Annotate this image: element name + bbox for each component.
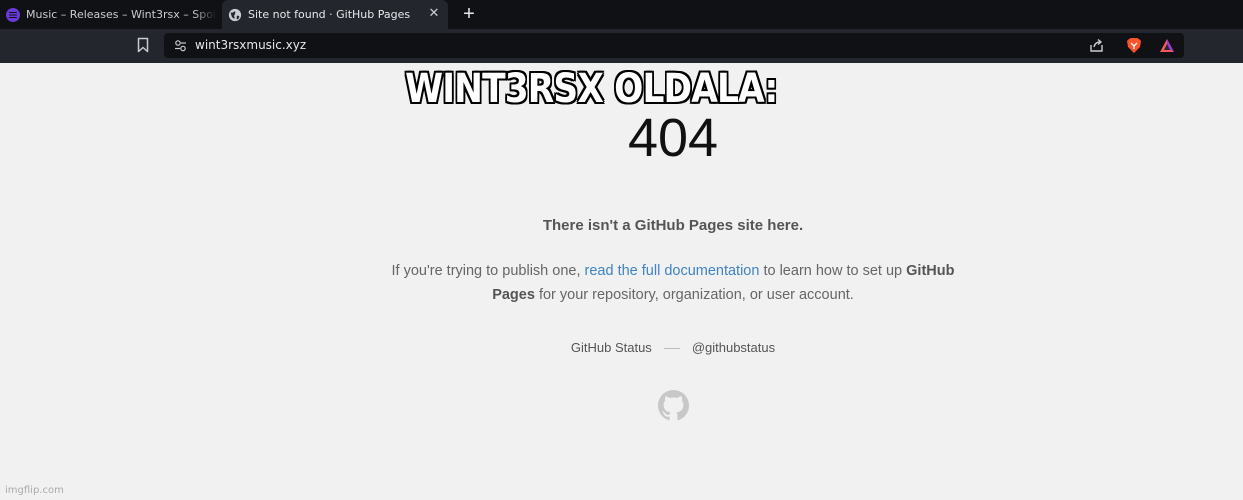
tab-github-pages[interactable]: Site not found · GitHub Pages ✕	[222, 0, 448, 29]
new-tab-button[interactable]: +	[458, 4, 480, 26]
separator	[663, 348, 680, 350]
error-headline: There isn't a GitHub Pages site here.	[542, 217, 804, 234]
tab-spotify[interactable]: Music – Releases – Wint3rsx – Spotify fo…	[0, 0, 220, 29]
github-status-link[interactable]: GitHub Status	[571, 340, 652, 355]
globe-icon	[228, 8, 242, 21]
url-text[interactable]: wint3rsxmusic.xyz	[195, 38, 306, 52]
status-links: GitHub Status @githubstatus	[0, 340, 1243, 355]
share-icon[interactable]	[1089, 38, 1104, 53]
browser-toolbar: wint3rsxmusic.xyz	[0, 29, 1243, 63]
address-bar[interactable]: wint3rsxmusic.xyz	[164, 33, 1184, 58]
error-description: If you're trying to publish one, read th…	[388, 259, 958, 307]
meme-caption: WINT3RSX OLDALA:	[405, 66, 778, 112]
description-text: to learn how to set up	[763, 263, 903, 279]
tab-strip: Music – Releases – Wint3rsx – Spotify fo…	[0, 0, 1243, 29]
documentation-link[interactable]: read the full documentation	[585, 263, 760, 279]
brave-shields-icon[interactable]	[1126, 37, 1142, 54]
description-text: If you're trying to publish one,	[391, 263, 581, 279]
site-settings-icon[interactable]	[174, 39, 187, 52]
tab-title: Site not found · GitHub Pages	[248, 8, 411, 21]
tab-title: Music – Releases – Wint3rsx – Spotify fo…	[26, 8, 216, 21]
error-code: 404	[627, 108, 719, 168]
twitter-status-link[interactable]: @githubstatus	[692, 340, 775, 355]
github-logo-icon[interactable]	[658, 390, 689, 421]
bookmark-icon[interactable]	[136, 37, 150, 53]
spotify-icon	[6, 7, 20, 22]
description-text: for your repository, organization, or us…	[538, 287, 854, 303]
imgflip-watermark: imgflip.com	[5, 485, 64, 496]
brave-rewards-icon[interactable]	[1159, 38, 1175, 53]
close-tab-icon[interactable]: ✕	[426, 6, 442, 22]
